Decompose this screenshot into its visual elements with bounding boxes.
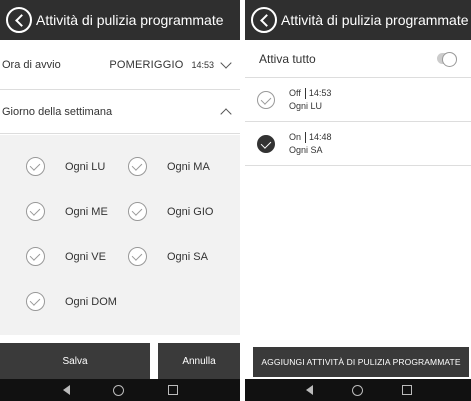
task-item[interactable]: Off 14:53 Ogni LU	[245, 78, 471, 122]
check-circle-icon[interactable]	[26, 247, 45, 266]
start-time-row[interactable]: Ora di avvio POMERIGGIO 14:53	[0, 40, 240, 90]
nav-home-icon[interactable]	[351, 384, 363, 396]
day-label: Ogni GIO	[167, 205, 214, 218]
nav-home-icon[interactable]	[113, 384, 125, 396]
system-nav-bar	[0, 379, 240, 401]
check-circle-icon[interactable]	[257, 134, 275, 153]
nav-recent-icon[interactable]	[401, 385, 412, 395]
cancel-button[interactable]: Annulla	[158, 343, 240, 379]
task-time: 14:48	[309, 131, 332, 142]
title-bar: Attività di pulizia programmate	[245, 0, 471, 40]
day-label: Ogni SA	[167, 250, 208, 263]
enable-all-label: Attiva tutto	[259, 51, 316, 66]
day-option-me[interactable]: Ogni ME	[26, 202, 108, 221]
day-label: Ogni MA	[167, 160, 210, 173]
save-button[interactable]: Salva	[0, 343, 150, 379]
task-state: On	[289, 131, 302, 142]
screen-title: Attività di pulizia programmate	[36, 12, 224, 28]
task-day: Ogni LU	[289, 100, 323, 111]
nav-recent-icon[interactable]	[168, 385, 179, 395]
day-label: Ogni DOM	[65, 295, 117, 308]
add-scheduled-task-button[interactable]: AGGIUNGI ATTIVITÀ DI PULIZIA PROGRAMMATE	[253, 347, 469, 377]
check-circle-icon[interactable]	[26, 292, 45, 311]
task-state: Off	[289, 87, 301, 98]
enable-all-row: Attiva tutto	[245, 40, 471, 78]
start-period: POMERIGGIO	[109, 58, 184, 71]
left-screen: Attività di pulizia programmate Ora di a…	[0, 0, 240, 401]
scheduled-task-list: Attiva tutto Off 14:53 Ogni LU On 14:48 Og…	[245, 40, 471, 379]
nav-back-icon[interactable]	[62, 385, 70, 395]
task-day: Ogni SA	[289, 144, 323, 155]
weekday-row[interactable]: Giorno della settimana	[0, 90, 240, 134]
day-option-dom[interactable]: Ogni DOM	[26, 292, 117, 311]
start-time-label: Ora di avvio	[2, 58, 61, 71]
day-option-gio[interactable]: Ogni GIO	[128, 202, 213, 221]
task-time: 14:53	[308, 87, 332, 98]
day-option-ma[interactable]: Ogni MA	[128, 157, 210, 176]
start-time-value: 14:53	[191, 59, 214, 70]
day-option-lu[interactable]: Ogni LU	[26, 157, 105, 176]
day-label: Ogni ME	[65, 205, 108, 218]
day-label: Ogni LU	[65, 160, 106, 173]
task-info: Off 14:53 Ogni LU	[289, 87, 331, 113]
check-circle-icon[interactable]	[257, 90, 275, 109]
check-circle-icon[interactable]	[26, 202, 45, 221]
chevron-down-icon[interactable]	[220, 56, 232, 69]
screen-title: Attività di pulizia programmate	[281, 12, 469, 28]
chevron-up-icon[interactable]	[220, 107, 232, 120]
back-circle-icon[interactable]	[6, 7, 32, 33]
enable-all-toggle[interactable]	[437, 52, 457, 67]
day-option-sa[interactable]: Ogni SA	[128, 247, 208, 266]
check-circle-icon[interactable]	[128, 157, 147, 176]
right-screen: Attività di pulizia programmate Attiva t…	[245, 0, 471, 401]
day-option-ve[interactable]: Ogni VE	[26, 247, 106, 266]
nav-back-icon[interactable]	[305, 385, 313, 395]
weekday-label: Giorno della settimana	[2, 105, 113, 118]
weekday-grid: Ogni LU Ogni MA Ogni ME Ogni GIO Ogni VE…	[0, 135, 240, 335]
schedule-editor: Ora di avvio POMERIGGIO 14:53 Giorno del…	[0, 40, 240, 379]
check-circle-icon[interactable]	[128, 247, 147, 266]
system-nav-bar	[245, 379, 471, 401]
check-circle-icon[interactable]	[128, 202, 147, 221]
day-label: Ogni VE	[65, 250, 106, 263]
task-item[interactable]: On 14:48 Ogni SA	[245, 122, 471, 166]
back-circle-icon[interactable]	[251, 7, 277, 33]
title-bar: Attività di pulizia programmate	[0, 0, 240, 40]
action-buttons: Salva Annulla	[0, 343, 240, 379]
check-circle-icon[interactable]	[26, 157, 45, 176]
task-info: On 14:48 Ogni SA	[289, 131, 332, 157]
